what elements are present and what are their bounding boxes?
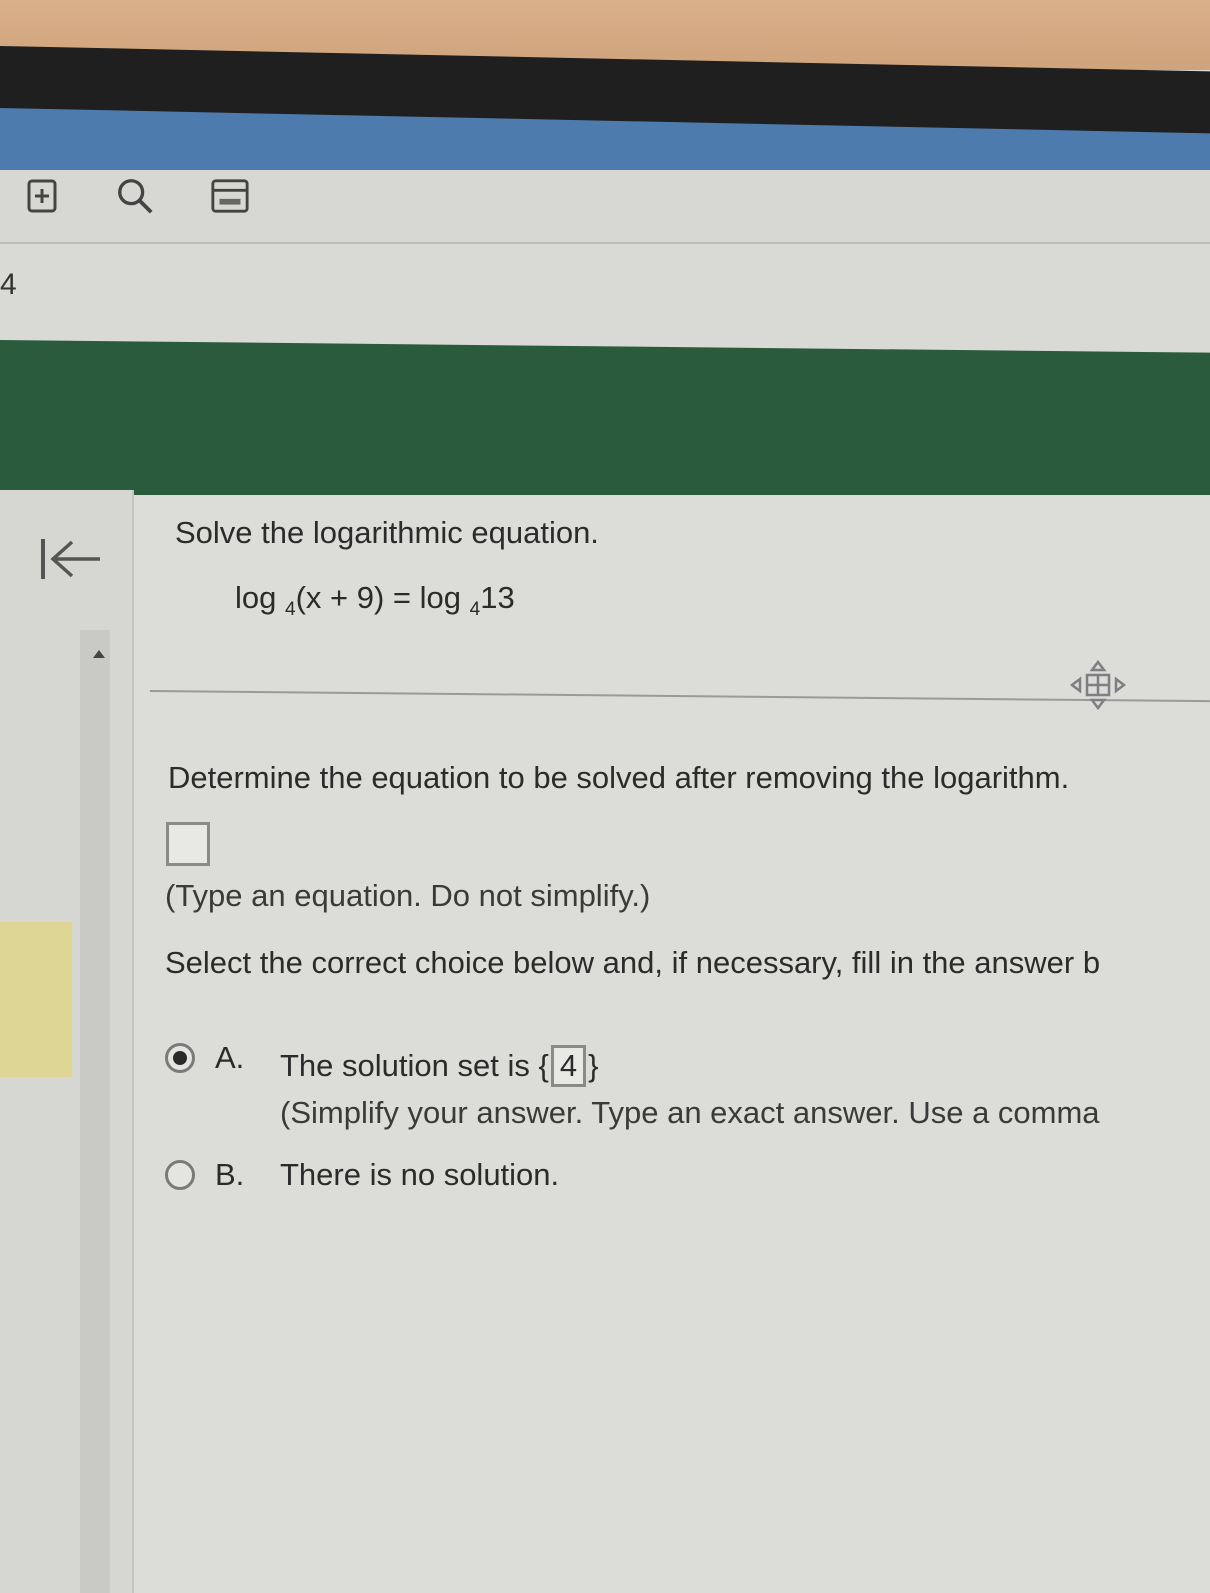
choice-a-radio[interactable]: [165, 1043, 195, 1073]
scroll-up-arrow-icon[interactable]: [92, 648, 106, 660]
search-icon[interactable]: [115, 176, 155, 216]
scrollbar[interactable]: [80, 630, 110, 1593]
equation-rhs-arg: 13: [480, 580, 515, 615]
set-open-brace: {: [538, 1048, 549, 1083]
equation-rhs-fn: log: [419, 580, 462, 615]
toolbar: [0, 170, 1210, 244]
set-close-brace: }: [588, 1048, 599, 1083]
question-equation: log 4(x + 9) = log 413: [235, 580, 515, 621]
equation-rhs-base: 4: [469, 599, 481, 621]
equation-lhs-arg: (x + 9): [295, 580, 385, 615]
question-pane: [134, 495, 1210, 1593]
equation-lhs-fn: log: [235, 580, 277, 615]
equation-answer-input[interactable]: [166, 822, 210, 866]
choice-b-text: There is no solution.: [280, 1157, 560, 1192]
calculator-icon[interactable]: [210, 176, 250, 216]
choice-a-hint: (Simplify your answer. Type an exact ans…: [280, 1095, 1100, 1130]
collapse-panel-icon[interactable]: [38, 534, 104, 584]
left-panel-highlight: [0, 922, 72, 1077]
choice-b-radio[interactable]: [165, 1160, 195, 1190]
choice-a-label: The solution set is: [280, 1048, 530, 1083]
choice-b-letter: B.: [215, 1157, 245, 1192]
question-prompt: Solve the logarithmic equation.: [175, 515, 599, 550]
choice-a-letter: A.: [215, 1040, 245, 1075]
move-drag-icon[interactable]: [1070, 660, 1126, 710]
equation-equals: =: [392, 580, 412, 615]
equation-lhs-base: 4: [285, 599, 296, 621]
add-document-icon[interactable]: [22, 176, 62, 216]
part1-hint: (Type an equation. Do not simplify.): [165, 878, 651, 913]
question-number: 4: [0, 268, 17, 301]
part1-instruction: Determine the equation to be solved afte…: [168, 760, 1070, 795]
solution-set-input[interactable]: 4: [550, 1045, 587, 1087]
part2-instruction: Select the correct choice below and, if …: [165, 945, 1101, 980]
choice-a-text: The solution set is {4}: [280, 1045, 598, 1087]
